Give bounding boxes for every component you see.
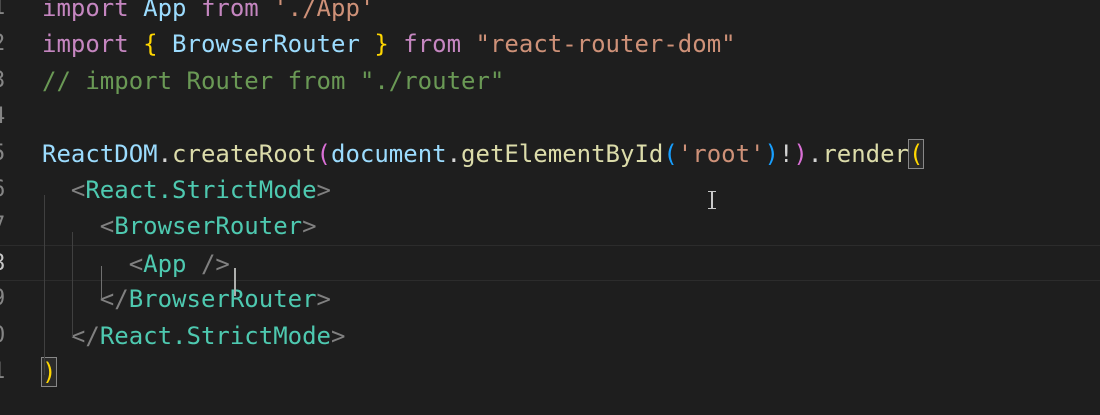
line-code[interactable]: <BrowserRouter>	[42, 208, 317, 244]
line-code[interactable]: import App from './App'	[42, 0, 374, 26]
line-code[interactable]: // import Router from "./router"	[42, 63, 504, 99]
code-line[interactable]: 1)	[0, 354, 1100, 390]
line-number: 0	[0, 318, 12, 354]
code-token: <	[128, 249, 144, 278]
code-token: "react-router-dom"	[475, 30, 736, 59]
line-number: 1	[0, 354, 12, 390]
line-code[interactable]: </BrowserRouter>	[42, 281, 331, 317]
indent-guide-level2	[72, 232, 73, 337]
code-token: (	[663, 139, 678, 168]
code-token: )	[793, 139, 808, 168]
code-token: import	[42, 30, 129, 59]
code-line[interactable]: 7 <BrowserRouter>	[0, 208, 1100, 244]
code-token: (	[316, 139, 331, 168]
code-token: BrowserRouter	[157, 30, 375, 59]
code-token: </	[70, 321, 100, 350]
code-token: React.StrictMode	[85, 176, 317, 204]
code-token: BrowserRouter	[128, 285, 317, 314]
code-token: .	[807, 139, 823, 168]
code-line[interactable]: 5ReactDOM.createRoot(document.getElement…	[0, 136, 1100, 172]
line-number: 8	[0, 246, 12, 282]
code-token: import	[42, 0, 129, 22]
code-token: './App'	[273, 0, 375, 22]
code-token: BrowserRouter	[114, 212, 303, 241]
code-token: 'root'	[677, 139, 765, 168]
code-token: </	[99, 285, 129, 314]
line-code[interactable]: <React.StrictMode>	[42, 172, 331, 208]
code-editor[interactable]: 1 import App from './App' 2 import { Browse…	[0, 0, 1100, 415]
code-token: >	[302, 212, 317, 241]
line-code[interactable]: <App />	[42, 246, 230, 282]
code-line[interactable]: 6 <React.StrictMode>	[0, 172, 1100, 208]
code-token: .	[157, 139, 173, 168]
code-token: >	[316, 285, 331, 314]
i-beam-cursor-icon	[706, 190, 718, 210]
code-line[interactable]: 8 <App />	[0, 244, 1100, 282]
code-token: {	[143, 30, 158, 59]
code-token: React.StrictMode	[99, 321, 331, 350]
code-token: render	[822, 139, 910, 168]
line-code[interactable]: import { BrowserRouter } from "react-rou…	[42, 26, 736, 62]
code-token: .	[446, 139, 462, 168]
code-token: }	[374, 30, 389, 59]
code-token: />	[200, 249, 230, 278]
code-line[interactable]: 9 </BrowserRouter>	[0, 281, 1100, 317]
indent-guide-level3-active	[101, 266, 102, 299]
line-code[interactable]: </React.StrictMode>	[42, 318, 346, 354]
code-token: App	[143, 249, 187, 278]
code-token: <	[99, 212, 115, 241]
code-line[interactable]: 3 // import Router from "./router"	[0, 63, 1100, 99]
code-line[interactable]: 4	[0, 99, 1100, 135]
code-token: <	[70, 176, 86, 204]
line-number: 6	[0, 172, 12, 208]
code-token: createRoot	[172, 139, 317, 168]
code-token: from	[403, 30, 462, 59]
code-token: !	[778, 139, 794, 168]
line-number: 4	[0, 99, 12, 135]
code-token: from	[200, 0, 259, 22]
line-number: 2	[0, 26, 12, 62]
line-number: 7	[0, 208, 12, 244]
code-token: )	[764, 139, 779, 168]
code-token: (	[907, 138, 925, 169]
code-line[interactable]: 1 import App from './App'	[0, 0, 1100, 26]
line-code[interactable]: ReactDOM.createRoot(document.getElementB…	[42, 136, 925, 172]
code-line[interactable]: 0 </React.StrictMode>	[0, 318, 1100, 354]
line-number: 5	[0, 136, 12, 172]
code-token: >	[331, 321, 346, 350]
code-line[interactable]: 2 import { BrowserRouter } from "react-ro…	[0, 26, 1100, 62]
code-token: >	[316, 176, 331, 204]
line-number: 1	[0, 0, 12, 26]
code-token: ReactDOM	[42, 139, 158, 168]
line-number: 3	[0, 63, 12, 99]
code-token: App	[128, 0, 201, 22]
indent-guide-level1	[44, 195, 45, 375]
text-caret	[234, 268, 236, 296]
code-token: getElementById	[461, 139, 664, 168]
code-token: // import Router from "./router"	[42, 66, 505, 95]
code-token: document	[331, 139, 447, 168]
line-number: 9	[0, 281, 12, 317]
